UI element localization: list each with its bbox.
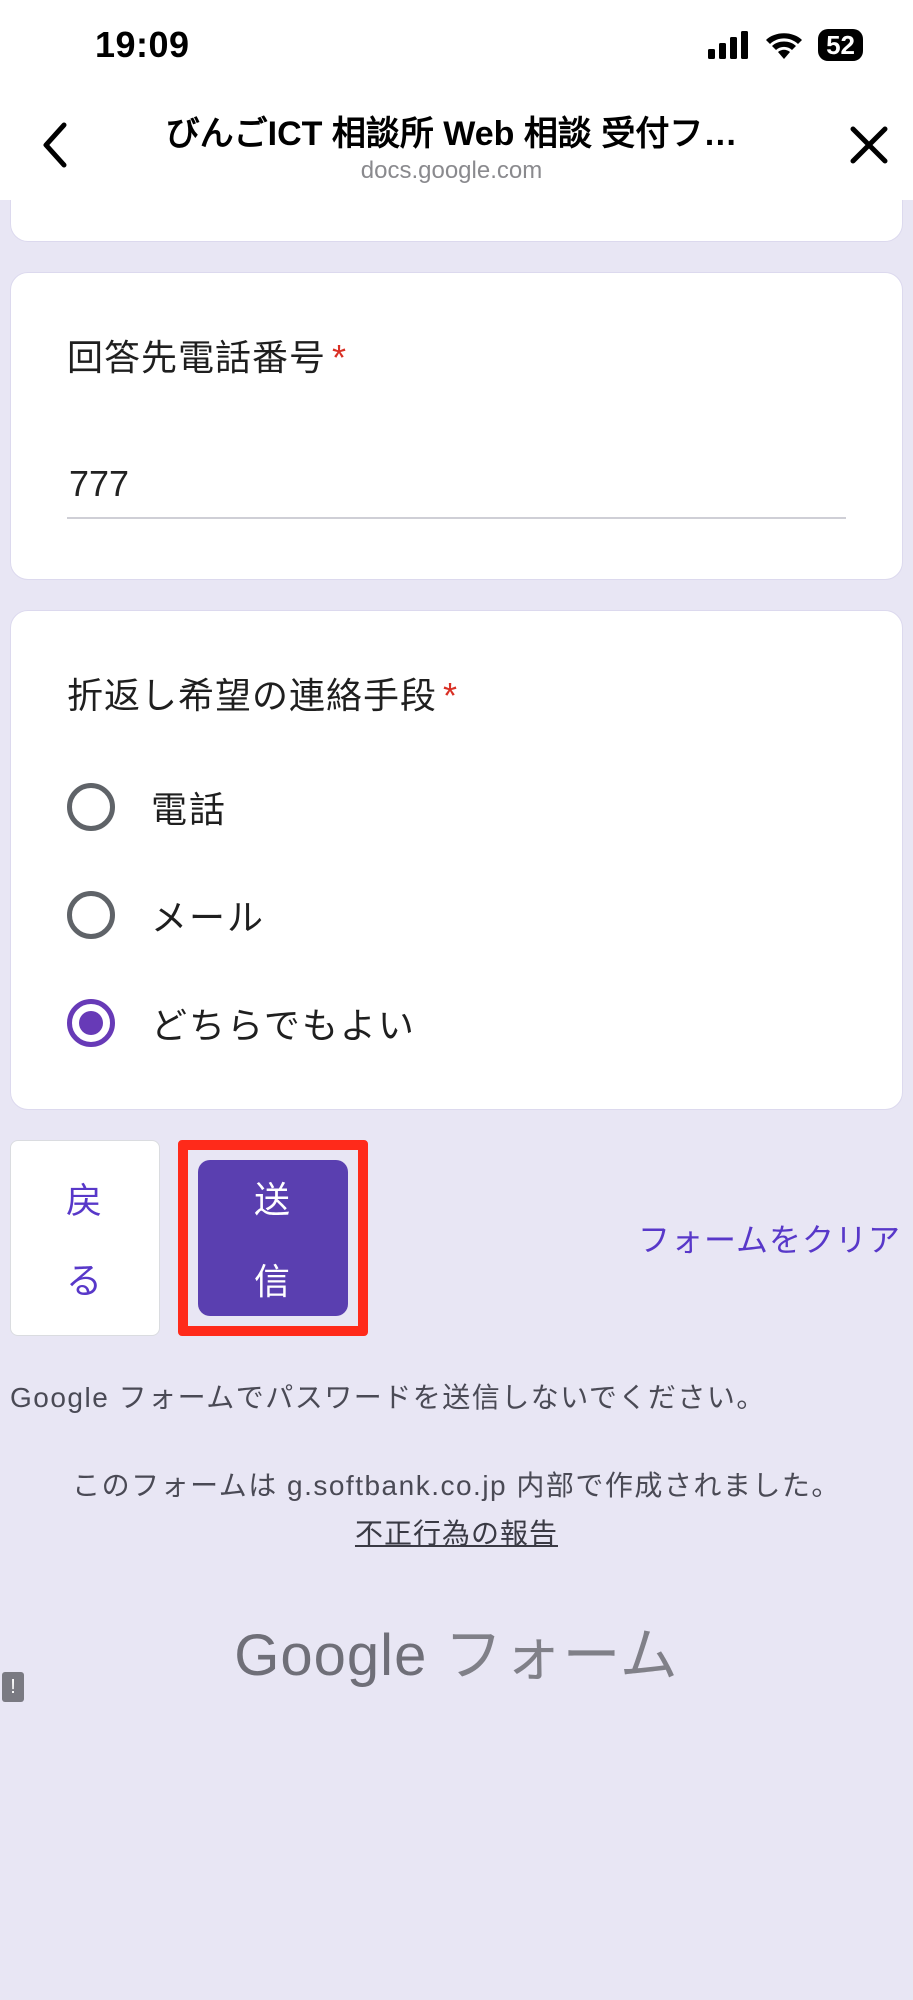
phone-number-label-text: 回答先電話番号: [67, 337, 326, 378]
cellular-signal-icon: [708, 31, 750, 59]
previous-card-edge: [10, 200, 903, 242]
submit-button-char2: 信: [254, 1253, 292, 1305]
form-submit-button[interactable]: 送 信: [198, 1160, 348, 1316]
status-bar: 19:09 52: [0, 0, 913, 90]
wifi-icon: [764, 31, 804, 59]
form-origin-text: このフォームは g.softbank.co.jp 内部で作成されました。: [0, 1416, 913, 1504]
google-forms-logo: Google フォーム: [0, 1608, 913, 1692]
phone-number-input[interactable]: [67, 459, 846, 519]
radio-option-mail[interactable]: メール: [67, 889, 846, 941]
password-warning-text: Google フォームでパスワードを送信しないでください。: [0, 1336, 913, 1416]
radio-option-either[interactable]: どちらでもよい: [67, 997, 846, 1049]
radio-icon: [67, 891, 115, 939]
page-url: docs.google.com: [84, 157, 819, 185]
close-icon: [849, 125, 889, 165]
status-indicators: 52: [708, 29, 863, 61]
phone-number-card: 回答先電話番号*: [10, 272, 903, 580]
submit-button-char1: 送: [254, 1171, 292, 1223]
contact-method-label-text: 折返し希望の連絡手段: [67, 675, 437, 716]
contact-method-radio-group: 電話 メール どちらでもよい: [67, 781, 846, 1049]
submit-highlight-box: 送 信: [178, 1140, 368, 1336]
radio-label: メール: [151, 889, 265, 941]
browser-header: びんごICT 相談所 Web 相談 受付フ… docs.google.com: [0, 90, 913, 200]
phone-number-label: 回答先電話番号*: [67, 329, 846, 381]
required-star-icon: *: [443, 675, 458, 716]
contact-method-label: 折返し希望の連絡手段*: [67, 667, 846, 719]
report-abuse-link[interactable]: 不正行為の報告: [0, 1512, 913, 1552]
chevron-left-icon: [40, 121, 68, 169]
radio-option-phone[interactable]: 電話: [67, 781, 846, 833]
back-button-char2: る: [66, 1252, 104, 1304]
radio-label: どちらでもよい: [151, 997, 416, 1049]
info-flag-icon[interactable]: !: [2, 1672, 24, 1702]
form-back-button[interactable]: 戻 る: [10, 1140, 160, 1336]
back-button[interactable]: [24, 121, 84, 169]
forms-word: フォーム: [427, 1623, 678, 1688]
close-button[interactable]: [819, 125, 889, 165]
google-word: Google: [234, 1623, 427, 1688]
required-star-icon: *: [332, 337, 347, 378]
radio-icon-selected: [67, 999, 115, 1047]
page-title: びんごICT 相談所 Web 相談 受付フ…: [84, 106, 819, 155]
clear-form-link[interactable]: フォームをクリア: [638, 1215, 903, 1261]
status-time: 19:09: [95, 24, 190, 66]
battery-level-icon: 52: [818, 29, 863, 61]
back-button-char1: 戻: [66, 1172, 104, 1224]
radio-dot-icon: [79, 1011, 103, 1035]
contact-method-card: 折返し希望の連絡手段* 電話 メール どちらでもよい: [10, 610, 903, 1110]
form-actions: 戻 る 送 信 フォームをクリア: [0, 1140, 913, 1336]
radio-label: 電話: [151, 781, 227, 833]
radio-icon: [67, 783, 115, 831]
